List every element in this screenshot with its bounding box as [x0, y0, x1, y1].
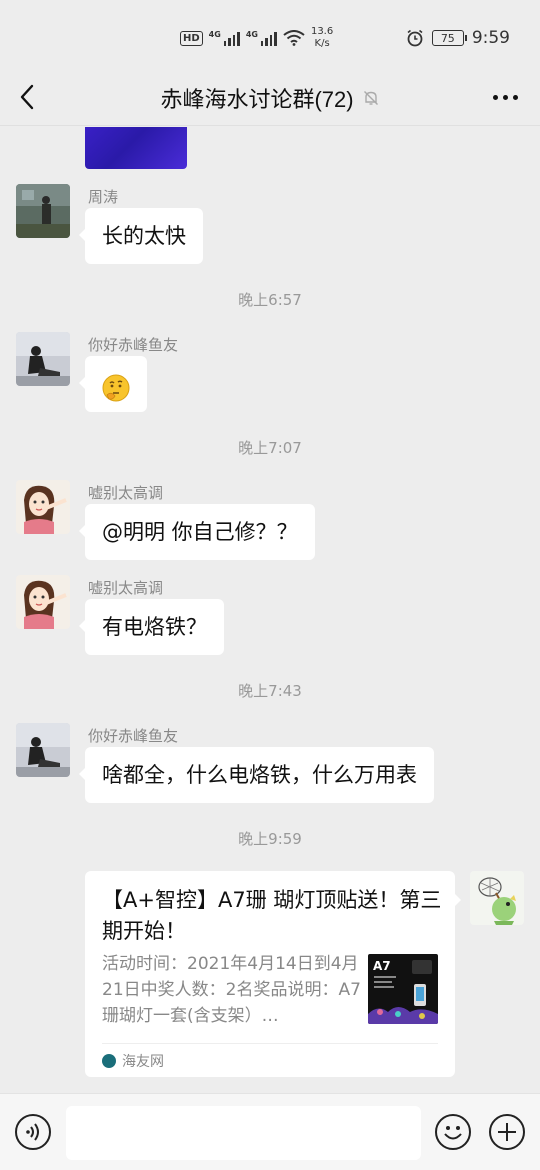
network-speed: 13.6 K/s — [311, 26, 333, 50]
clock: 9:59 — [471, 28, 510, 48]
voice-icon — [26, 1123, 39, 1141]
image-message[interactable] — [85, 127, 187, 169]
speed-value: 13.6 — [310, 26, 334, 37]
message-input[interactable] — [66, 1106, 421, 1160]
message-list[interactable]: 周涛 长的太快 晚上6:57 你好赤峰鱼友 晚上7:07 嘘别太高调 @明明 你… — [0, 127, 540, 1093]
emoji-message[interactable] — [79, 356, 147, 412]
status-bar: HD 4G 4G 13.6 K/s 75 9:59 — [0, 0, 540, 70]
timestamp: 晚上9:59 — [238, 830, 302, 848]
status-right: 75 9:59 — [406, 28, 510, 48]
link-card-description: 活动时间：2021年4月14日到4月21日中奖人数：2名奖品说明：A7珊瑚灯一套… — [102, 954, 361, 1026]
link-card[interactable]: 【A+智控】A7珊 瑚灯顶贴送！第三期开始！ 活动时间：2021年4月14日到4… — [85, 871, 461, 1077]
chat-header: 赤峰海水讨论群(72) — [0, 70, 540, 126]
message-bubble[interactable]: @明明 你自己修？？ — [79, 504, 315, 560]
chat-title: 赤峰海水讨论群(72) — [160, 87, 354, 112]
signal-label-1: 4G — [208, 30, 221, 39]
voice-input-button[interactable] — [15, 1114, 51, 1150]
alarm-icon — [407, 29, 423, 47]
sender-name: 嘘别太高调 — [88, 579, 164, 597]
source-name: 海友网 — [122, 1054, 164, 1070]
signal-icon-2: 4G — [246, 30, 277, 46]
message-bubble[interactable]: 啥都全，什么电烙铁，什么万用表 — [79, 747, 434, 803]
avatar-chifeng-yuyou[interactable] — [16, 723, 70, 777]
avatar-xu-bie-tai-gaodiao[interactable] — [16, 575, 70, 629]
message-bubble[interactable]: 有电烙铁？ — [79, 599, 224, 655]
plus-icon — [498, 1123, 516, 1141]
input-bar — [0, 1093, 540, 1170]
source-logo-icon — [102, 1054, 116, 1068]
sender-name: 嘘别太高调 — [88, 484, 164, 502]
thinking-face-emoji — [101, 368, 131, 402]
link-card-title: 【A+智控】A7珊 瑚灯顶贴送！第三期开始！ — [102, 888, 442, 943]
avatar-self[interactable] — [470, 871, 524, 925]
hd-badge: HD — [180, 30, 203, 46]
avatar-zhoutao[interactable] — [16, 184, 70, 238]
sender-name: 你好赤峰鱼友 — [88, 336, 179, 354]
signal-icon-1: 4G — [209, 30, 240, 46]
signal-label-2: 4G — [245, 30, 258, 39]
more-options-icon[interactable] — [493, 84, 518, 110]
sender-name: 你好赤峰鱼友 — [88, 727, 179, 745]
status-left: HD 4G 4G 13.6 K/s — [180, 26, 333, 50]
avatar-chifeng-yuyou[interactable] — [16, 332, 70, 386]
title-container: 赤峰海水讨论群(72) — [0, 82, 540, 114]
timestamp: 晚上7:07 — [238, 439, 302, 457]
message-bubble[interactable]: 长的太快 — [79, 208, 203, 264]
timestamp: 晚上6:57 — [238, 291, 302, 309]
emoji-button[interactable] — [435, 1114, 471, 1150]
link-card-source: 海友网 — [102, 1051, 164, 1071]
more-functions-button[interactable] — [489, 1114, 525, 1150]
sender-name: 周涛 — [88, 188, 119, 206]
battery-level: 75 — [440, 31, 455, 45]
link-card-thumbnail: A7 — [368, 954, 438, 1024]
battery-icon: 75 — [431, 30, 467, 46]
link-card-divider — [102, 1043, 438, 1044]
speed-unit: K/s — [314, 38, 330, 49]
mute-bell-icon — [363, 91, 378, 105]
wifi-icon — [283, 30, 305, 46]
smiley-icon — [444, 1126, 462, 1140]
avatar-xu-bie-tai-gaodiao[interactable] — [16, 480, 70, 534]
timestamp: 晚上7:43 — [238, 682, 302, 700]
